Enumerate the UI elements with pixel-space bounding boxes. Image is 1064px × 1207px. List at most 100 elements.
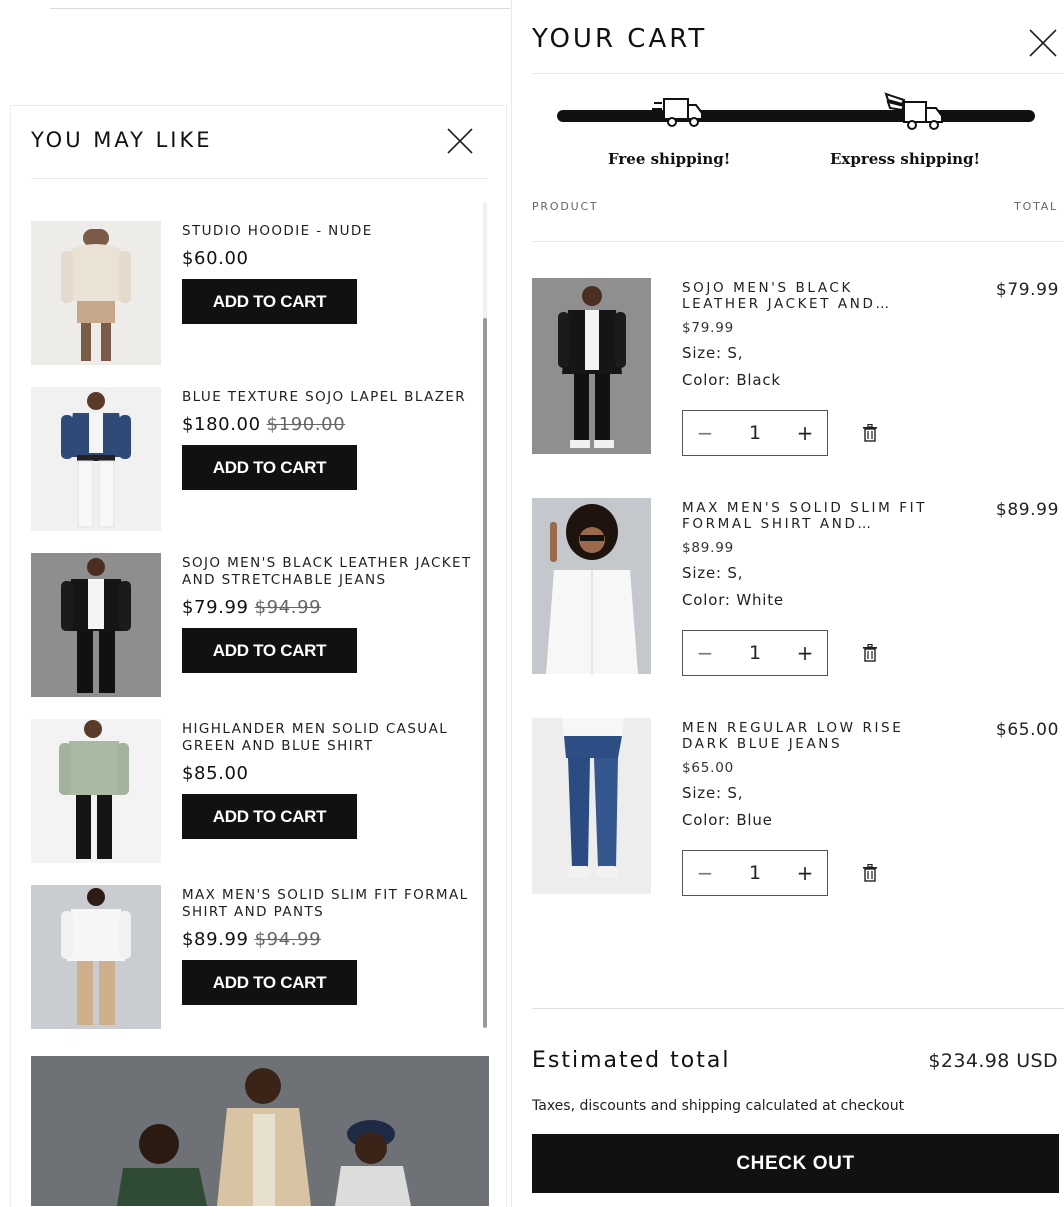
delivery-truck-icon [652,98,703,127]
trash-icon[interactable] [862,864,878,882]
close-icon[interactable] [443,124,477,158]
cart-drawer: YOUR CART Free shipping! Express shippin… [511,0,1064,1207]
table-divider [532,241,1064,242]
cart-item: MEN REGULAR LOW RISE DARK BLUE JEANS $65… [532,718,1064,898]
price-row: $79.99 $94.99 [182,597,482,618]
quantity-stepper: − 1 + [682,850,828,896]
product-image[interactable] [31,221,161,365]
cart-item-total: $89.99 [995,500,1059,520]
sale-price: $79.99 [182,597,249,618]
taxes-note: Taxes, discounts and shipping calculated… [532,1098,905,1114]
quantity-increase-button[interactable]: + [783,411,827,455]
quantity-increase-button[interactable]: + [783,631,827,675]
cart-item-image[interactable] [532,718,651,894]
product-column-header: PRODUCT [532,200,599,213]
product-image[interactable] [31,885,161,1029]
cart-item-color: Color: Blue [682,811,773,829]
express-shipping-label: Express shipping! [830,150,981,168]
sale-price: $85.00 [182,763,249,784]
checkout-button[interactable]: CHECK OUT [532,1134,1059,1193]
product-image[interactable] [31,719,161,863]
quantity-decrease-button[interactable]: − [683,631,727,675]
cart-item-name[interactable]: SOJO MEN'S BLACK LEATHER JACKET AND… [682,280,932,312]
cart-item-name[interactable]: MAX MEN'S SOLID SLIM FIT FORMAL SHIRT AN… [682,500,932,532]
sale-price: $180.00 [182,414,261,435]
quantity-input[interactable]: 1 [727,642,783,664]
recommendation-info: BLUE TEXTURE SOJO LAPEL BLAZER $180.00 $1… [182,389,482,490]
cart-item-unit-price: $89.99 [682,540,735,556]
quantity-input[interactable]: 1 [727,862,783,884]
cart-item-unit-price: $79.99 [682,320,735,336]
quantity-increase-button[interactable]: + [783,851,827,895]
recommendation-item: STUDIO HOODIE - NUDE $60.00 ADD TO CART [31,221,479,387]
product-name[interactable]: MAX MEN'S SOLID SLIM FIT FORMAL SHIRT AN… [182,887,482,921]
product-image[interactable] [31,553,161,697]
price-row: $180.00 $190.00 [182,414,482,435]
product-name[interactable]: STUDIO HOODIE - NUDE [182,223,482,240]
scrollbar-thumb[interactable] [483,318,487,1028]
cart-item: SOJO MEN'S BLACK LEATHER JACKET AND… $79… [532,278,1064,458]
product-name[interactable]: HIGHLANDER MEN SOLID CASUAL GREEN AND BL… [182,721,482,755]
recommendation-info: SOJO MEN'S BLACK LEATHER JACKET AND STRE… [182,555,482,673]
close-icon[interactable] [1026,26,1060,60]
quantity-stepper: − 1 + [682,410,828,456]
add-to-cart-button[interactable]: ADD TO CART [182,628,357,673]
compare-price: $94.99 [254,929,322,950]
cart-item-size: Size: S, [682,344,744,362]
trash-icon[interactable] [862,644,878,662]
cart-item-image[interactable] [532,498,651,674]
recommendation-info: HIGHLANDER MEN SOLID CASUAL GREEN AND BL… [182,721,482,839]
quantity-stepper: − 1 + [682,630,828,676]
quantity-input[interactable]: 1 [727,422,783,444]
price-row: $89.99 $94.99 [182,929,482,950]
cart-item-color: Color: Black [682,371,781,389]
cart-item-info: MAX MEN'S SOLID SLIM FIT FORMAL SHIRT AN… [682,500,932,609]
cart-item-info: MEN REGULAR LOW RISE DARK BLUE JEANS $65… [682,720,932,829]
promo-banner-image[interactable] [31,1056,489,1206]
estimated-total-value: $234.98 USD [928,1050,1058,1072]
quantity-decrease-button[interactable]: − [683,411,727,455]
cart-item-size: Size: S, [682,784,744,802]
add-to-cart-button[interactable]: ADD TO CART [182,960,357,1005]
add-to-cart-button[interactable]: ADD TO CART [182,445,357,490]
product-image[interactable] [31,387,161,531]
recommendation-info: STUDIO HOODIE - NUDE $60.00 ADD TO CART [182,223,482,324]
recommendation-item: HIGHLANDER MEN SOLID CASUAL GREEN AND BL… [31,719,479,885]
recommendation-item: MAX MEN'S SOLID SLIM FIT FORMAL SHIRT AN… [31,885,479,1051]
express-winged-truck-icon [884,92,943,130]
total-column-header: TOTAL [1014,200,1058,213]
add-to-cart-button[interactable]: ADD TO CART [182,794,357,839]
sale-price: $60.00 [182,248,249,269]
you-may-like-drawer: YOU MAY LIKE STUDIO HOODIE - NUDE $60.00… [10,105,507,1207]
product-name[interactable]: SOJO MEN'S BLACK LEATHER JACKET AND STRE… [182,555,482,589]
recommendation-info: MAX MEN'S SOLID SLIM FIT FORMAL SHIRT AN… [182,887,482,1005]
product-name[interactable]: BLUE TEXTURE SOJO LAPEL BLAZER [182,389,482,406]
background-divider [50,8,510,9]
compare-price: $94.99 [254,597,322,618]
header-divider [31,178,488,179]
footer-divider [532,1008,1064,1009]
recommendation-item: SOJO MEN'S BLACK LEATHER JACKET AND STRE… [31,553,479,719]
cart-item-total: $79.99 [995,280,1059,300]
cart-item-size: Size: S, [682,564,744,582]
cart-item-image[interactable] [532,278,651,454]
cart-item-unit-price: $65.00 [682,760,735,776]
cart-item-name[interactable]: MEN REGULAR LOW RISE DARK BLUE JEANS [682,720,932,752]
compare-price: $190.00 [266,414,346,435]
shipping-progress-bar [557,110,1035,122]
cart-item-color: Color: White [682,591,784,609]
header-divider [532,73,1064,74]
you-may-like-title: YOU MAY LIKE [31,128,213,152]
cart-item-info: SOJO MEN'S BLACK LEATHER JACKET AND… $79… [682,280,932,389]
recommendation-item: BLUE TEXTURE SOJO LAPEL BLAZER $180.00 $1… [31,387,479,553]
sale-price: $89.99 [182,929,249,950]
price-row: $85.00 [182,763,482,784]
trash-icon[interactable] [862,424,878,442]
free-shipping-label: Free shipping! [608,150,731,168]
quantity-decrease-button[interactable]: − [683,851,727,895]
price-row: $60.00 [182,248,482,269]
cart-item: MAX MEN'S SOLID SLIM FIT FORMAL SHIRT AN… [532,498,1064,678]
add-to-cart-button[interactable]: ADD TO CART [182,279,357,324]
cart-item-total: $65.00 [995,720,1059,740]
cart-title: YOUR CART [532,24,708,54]
